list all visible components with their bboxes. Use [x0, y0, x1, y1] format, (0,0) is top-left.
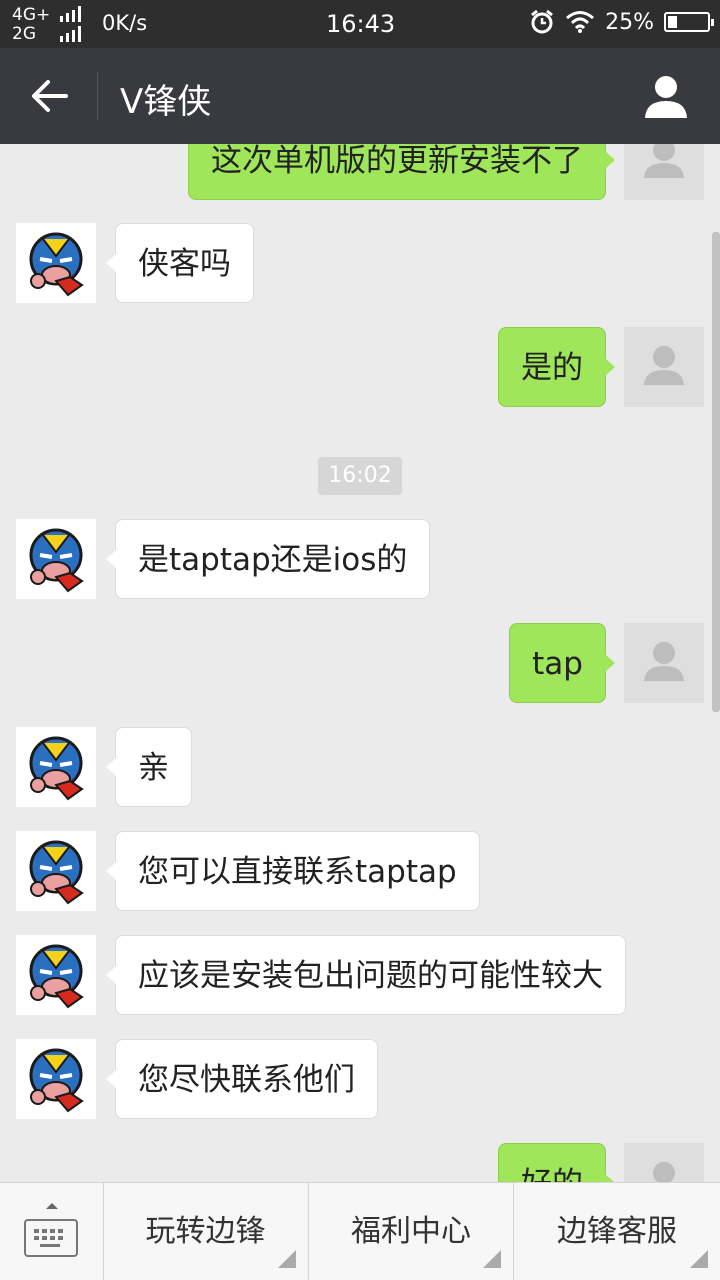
network-type-primary: 4G+: [12, 5, 51, 25]
chat-title: V锋侠: [120, 82, 212, 122]
submenu-indicator-icon: [690, 1250, 708, 1268]
header-divider: [97, 72, 98, 120]
network-type: 4G+ 2G: [12, 6, 50, 44]
message-bubble[interactable]: 您尽快联系他们: [106, 1039, 378, 1119]
submenu-indicator-icon: [483, 1250, 501, 1268]
agent-avatar[interactable]: [16, 727, 96, 807]
keyboard-icon: [24, 1219, 78, 1257]
message-timestamp: 16:02: [318, 457, 402, 495]
submenu-indicator-icon: [278, 1250, 296, 1268]
menu-play-bianfeng-label: 玩转边锋: [145, 1214, 266, 1249]
status-bar: 4G+ 2G 0K/s 16:43 25%: [0, 0, 720, 48]
message-bubble[interactable]: 这次单机版的更新安装不了: [188, 144, 615, 200]
menu-welfare-center-label: 福利中心: [351, 1214, 471, 1249]
message-bubble[interactable]: 您可以直接联系taptap: [106, 831, 480, 911]
arrow-left-icon[interactable]: [28, 76, 72, 116]
alarm-icon: [531, 9, 554, 34]
signal-icon: [60, 6, 81, 42]
user-avatar[interactable]: [624, 1143, 704, 1182]
agent-avatar[interactable]: [16, 1039, 96, 1119]
clock: 16:43: [326, 10, 396, 38]
message-bubble[interactable]: tap: [509, 623, 615, 703]
chat-header: V锋侠: [0, 48, 720, 144]
agent-avatar[interactable]: [16, 223, 96, 303]
bottom-menu: 玩转边锋 福利中心 边锋客服: [0, 1182, 720, 1280]
user-avatar[interactable]: [624, 327, 704, 407]
network-type-secondary: 2G: [12, 24, 36, 44]
menu-welfare-center[interactable]: 福利中心: [309, 1183, 514, 1280]
agent-avatar[interactable]: [16, 519, 96, 599]
user-avatar[interactable]: [624, 623, 704, 703]
battery-icon: [664, 12, 714, 32]
message-bubble[interactable]: 是taptap还是ios的: [105, 519, 431, 599]
menu-customer-service-label: 边锋客服: [557, 1214, 677, 1249]
menu-customer-service[interactable]: 边锋客服: [514, 1183, 720, 1280]
agent-avatar[interactable]: [16, 935, 96, 1015]
agent-avatar[interactable]: [16, 831, 96, 911]
person-icon[interactable]: [642, 72, 690, 120]
menu-play-bianfeng[interactable]: 玩转边锋: [103, 1183, 309, 1280]
message-bubble[interactable]: 是的: [498, 327, 615, 407]
message-bubble[interactable]: 应该是安装包出问题的可能性较大: [106, 935, 626, 1015]
wifi-icon: [566, 11, 595, 33]
keyboard-toggle-button[interactable]: [0, 1183, 104, 1280]
expand-arrow-icon: [46, 1203, 58, 1209]
scrollbar[interactable]: [712, 232, 720, 712]
message-bubble[interactable]: 侠客吗: [106, 223, 254, 303]
message-bubble[interactable]: 好的: [498, 1143, 615, 1182]
message-bubble[interactable]: 亲: [106, 727, 192, 807]
user-avatar[interactable]: [624, 144, 704, 200]
battery-percent: 25%: [605, 9, 654, 35]
message-list[interactable]: 这次单机版的更新安装不了 侠客吗 是的 16:02 是taptap还是ios的 tap 亲您…: [0, 144, 720, 1182]
network-speed: 0K/s: [102, 11, 148, 35]
